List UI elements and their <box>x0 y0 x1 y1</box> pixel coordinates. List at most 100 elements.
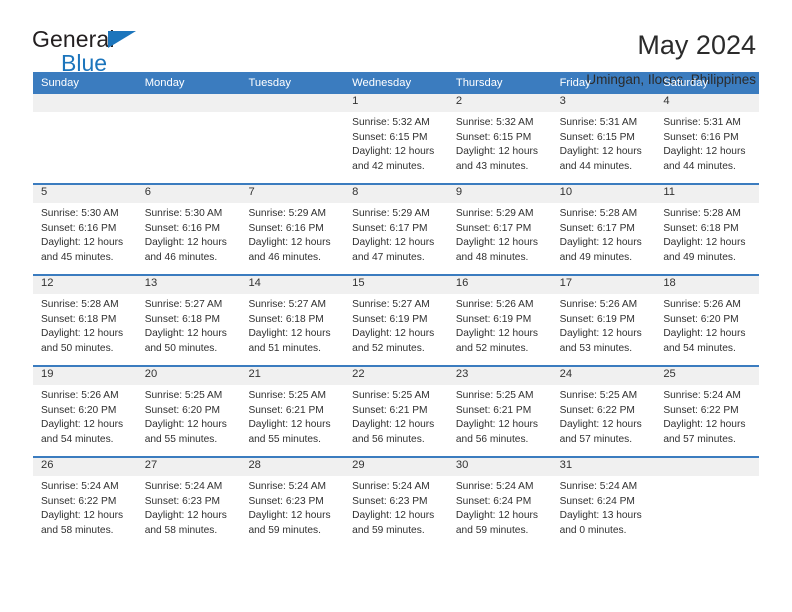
sunset-text: Sunset: 6:19 PM <box>559 313 635 325</box>
weekday-wednesday: Wednesday <box>352 77 412 89</box>
sunrise-text: Sunrise: 5:32 AM <box>455 117 534 128</box>
sunrise-text: Sunrise: 5:25 AM <box>248 390 327 401</box>
calendar-day-cell[interactable]: 19 Sunrise: 5:26 AM Sunset: 6:20 PM Dayligh… <box>33 367 137 456</box>
calendar-day-cell[interactable]: 9 Sunrise: 5:29 AM Sunset: 6:17 PM Daylight… <box>447 185 552 274</box>
calendar-day-cell[interactable]: 4 Sunrise: 5:31 AM Sunset: 6:16 PM Daylight… <box>655 94 760 183</box>
sunrise-text: Sunrise: 5:27 AM <box>144 299 223 310</box>
daylight-text-line2: and 55 minutes. <box>248 433 321 445</box>
sunrise-text: Sunrise: 5:26 AM <box>663 299 741 310</box>
sunrise-text: Sunrise: 5:28 AM <box>663 208 741 219</box>
daylight-text-line2: and 42 minutes. <box>352 160 425 172</box>
calendar-day-cell[interactable]: 20 Sunrise: 5:25 AM Sunset: 6:20 PM Dayligh… <box>136 367 241 456</box>
sunset-text: Sunset: 6:20 PM <box>144 404 221 416</box>
calendar-day-cell[interactable]: 6 Sunrise: 5:30 AM Sunset: 6:16 PM Daylight… <box>136 185 241 274</box>
calendar-day-cell[interactable]: 18 Sunrise: 5:26 AM Sunset: 6:20 PM Dayligh… <box>655 276 760 365</box>
calendar-day-cell[interactable]: 3 Sunrise: 5:31 AM Sunset: 6:15 PM Daylight… <box>551 94 656 183</box>
calendar-day-cell-empty <box>655 458 760 547</box>
calendar-day-cell[interactable]: 12 Sunrise: 5:28 AM Sunset: 6:18 PM Dayligh… <box>33 276 137 365</box>
sunset-text: Sunset: 6:21 PM <box>352 404 428 416</box>
day-details: Sunrise: 5:27 AM Sunset: 6:18 PM Daylight:… <box>240 294 344 356</box>
calendar-day-cell-empty <box>136 94 241 183</box>
sunset-text: Sunset: 6:22 PM <box>663 404 739 416</box>
daylight-text-line1: Daylight: 13 hours <box>559 510 642 522</box>
daylight-text-line1: Daylight: 12 hours <box>663 146 746 158</box>
calendar-day-cell[interactable]: 16 Sunrise: 5:26 AM Sunset: 6:19 PM Dayligh… <box>447 276 552 365</box>
day-details: Sunrise: 5:29 AM Sunset: 6:16 PM Daylight:… <box>240 203 344 265</box>
day-number: 13 <box>136 276 241 294</box>
calendar-day-cell[interactable]: 29 Sunrise: 5:24 AM Sunset: 6:23 PM Dayligh… <box>344 458 448 547</box>
day-details: Sunrise: 5:30 AM Sunset: 6:16 PM Daylight:… <box>33 203 137 265</box>
day-details: Sunrise: 5:27 AM Sunset: 6:18 PM Daylight:… <box>137 294 241 356</box>
sunset-text: Sunset: 6:18 PM <box>248 313 324 325</box>
calendar-week-row: 12 Sunrise: 5:28 AM Sunset: 6:18 PM Dayligh… <box>33 274 760 365</box>
calendar-day-cell[interactable]: 2 Sunrise: 5:32 AM Sunset: 6:15 PM Daylight… <box>447 94 552 183</box>
calendar-day-cell[interactable]: 28 Sunrise: 5:24 AM Sunset: 6:23 PM Dayligh… <box>240 458 345 547</box>
calendar-day-cell[interactable]: 17 Sunrise: 5:26 AM Sunset: 6:19 PM Dayligh… <box>551 276 656 365</box>
calendar-day-cell[interactable]: 27 Sunrise: 5:24 AM Sunset: 6:23 PM Dayligh… <box>136 458 241 547</box>
day-details: Sunrise: 5:31 AM Sunset: 6:16 PM Daylight:… <box>655 112 759 174</box>
calendar-day-cell[interactable]: 26 Sunrise: 5:24 AM Sunset: 6:22 PM Dayligh… <box>33 458 137 547</box>
day-details: Sunrise: 5:25 AM Sunset: 6:21 PM Daylight:… <box>344 385 448 447</box>
daylight-text-line1: Daylight: 12 hours <box>41 237 124 249</box>
sunrise-text: Sunrise: 5:24 AM <box>144 481 223 492</box>
calendar-day-cell[interactable]: 8 Sunrise: 5:29 AM Sunset: 6:17 PM Daylight… <box>344 185 448 274</box>
daylight-text-line2: and 0 minutes. <box>559 524 627 536</box>
weekday-saturday: Saturday <box>663 77 709 89</box>
day-number <box>240 94 345 112</box>
daylight-text-line2: and 50 minutes. <box>41 342 114 354</box>
day-details <box>33 112 137 116</box>
calendar-day-cell[interactable]: 30 Sunrise: 5:24 AM Sunset: 6:24 PM Dayligh… <box>447 458 552 547</box>
calendar-page: General Blue May 2024 Umingan, Ilocos, P… <box>0 0 792 612</box>
day-details: Sunrise: 5:24 AM Sunset: 6:23 PM Daylight:… <box>240 476 344 538</box>
day-details: Sunrise: 5:25 AM Sunset: 6:20 PM Daylight:… <box>137 385 241 447</box>
calendar-day-cell[interactable]: 13 Sunrise: 5:27 AM Sunset: 6:18 PM Dayligh… <box>136 276 241 365</box>
daylight-text-line1: Daylight: 12 hours <box>144 419 227 431</box>
calendar-day-cell[interactable]: 15 Sunrise: 5:27 AM Sunset: 6:19 PM Dayligh… <box>344 276 448 365</box>
sunset-text: Sunset: 6:16 PM <box>248 222 324 234</box>
calendar-day-cell[interactable]: 22 Sunrise: 5:25 AM Sunset: 6:21 PM Dayligh… <box>344 367 448 456</box>
daylight-text-line1: Daylight: 12 hours <box>248 510 331 522</box>
sunset-text: Sunset: 6:16 PM <box>41 222 117 234</box>
calendar-day-cell[interactable]: 25 Sunrise: 5:24 AM Sunset: 6:22 PM Dayligh… <box>655 367 760 456</box>
calendar-day-cell[interactable]: 7 Sunrise: 5:29 AM Sunset: 6:16 PM Daylight… <box>240 185 345 274</box>
calendar-day-cell[interactable]: 14 Sunrise: 5:27 AM Sunset: 6:18 PM Dayligh… <box>240 276 345 365</box>
day-details: Sunrise: 5:25 AM Sunset: 6:22 PM Daylight:… <box>552 385 656 447</box>
calendar-day-cell[interactable]: 1 Sunrise: 5:32 AM Sunset: 6:15 PM Daylight… <box>344 94 448 183</box>
calendar-day-cell[interactable]: 10 Sunrise: 5:28 AM Sunset: 6:17 PM Dayligh… <box>551 185 656 274</box>
sunset-text: Sunset: 6:23 PM <box>352 495 428 507</box>
daylight-text-line2: and 59 minutes. <box>352 524 425 536</box>
daylight-text-line1: Daylight: 12 hours <box>41 328 124 340</box>
calendar-day-cell[interactable]: 23 Sunrise: 5:25 AM Sunset: 6:21 PM Dayligh… <box>447 367 552 456</box>
calendar-day-cell[interactable]: 5 Sunrise: 5:30 AM Sunset: 6:16 PM Daylight… <box>33 185 137 274</box>
daylight-text-line2: and 57 minutes. <box>663 433 736 445</box>
sunrise-text: Sunrise: 5:30 AM <box>41 208 119 219</box>
sunrise-text: Sunrise: 5:24 AM <box>455 481 534 492</box>
sunrise-text: Sunrise: 5:27 AM <box>248 299 327 310</box>
day-details: Sunrise: 5:28 AM Sunset: 6:18 PM Daylight:… <box>655 203 759 265</box>
calendar-day-cell[interactable]: 21 Sunrise: 5:25 AM Sunset: 6:21 PM Dayligh… <box>240 367 345 456</box>
day-number: 6 <box>136 185 241 203</box>
day-number: 16 <box>447 276 552 294</box>
day-details: Sunrise: 5:24 AM Sunset: 6:24 PM Daylight:… <box>552 476 656 538</box>
sunset-text: Sunset: 6:17 PM <box>455 222 532 234</box>
daylight-text-line1: Daylight: 12 hours <box>455 146 538 158</box>
day-details: Sunrise: 5:26 AM Sunset: 6:20 PM Daylight:… <box>655 294 759 356</box>
sunset-text: Sunset: 6:22 PM <box>559 404 635 416</box>
daylight-text-line1: Daylight: 12 hours <box>41 510 124 522</box>
day-number: 5 <box>33 185 137 203</box>
daylight-text-line2: and 52 minutes. <box>455 342 529 354</box>
daylight-text-line2: and 57 minutes. <box>559 433 633 445</box>
calendar-day-cell[interactable]: 24 Sunrise: 5:25 AM Sunset: 6:22 PM Dayligh… <box>551 367 656 456</box>
daylight-text-line2: and 46 minutes. <box>248 251 321 263</box>
brand-logo[interactable]: General Blue <box>32 28 162 80</box>
weekday-thursday: Thursday <box>455 77 503 89</box>
calendar-day-cell[interactable]: 11 Sunrise: 5:28 AM Sunset: 6:18 PM Dayligh… <box>655 185 760 274</box>
calendar-day-cell[interactable]: 31 Sunrise: 5:24 AM Sunset: 6:24 PM Dayligh… <box>551 458 656 547</box>
daylight-text-line1: Daylight: 12 hours <box>559 237 642 249</box>
sunrise-text: Sunrise: 5:25 AM <box>559 390 638 401</box>
sunrise-text: Sunrise: 5:28 AM <box>41 299 119 310</box>
day-details: Sunrise: 5:28 AM Sunset: 6:17 PM Daylight:… <box>552 203 656 265</box>
day-number: 23 <box>447 367 552 385</box>
day-details: Sunrise: 5:24 AM Sunset: 6:23 PM Daylight:… <box>137 476 241 538</box>
day-number: 3 <box>551 94 656 112</box>
